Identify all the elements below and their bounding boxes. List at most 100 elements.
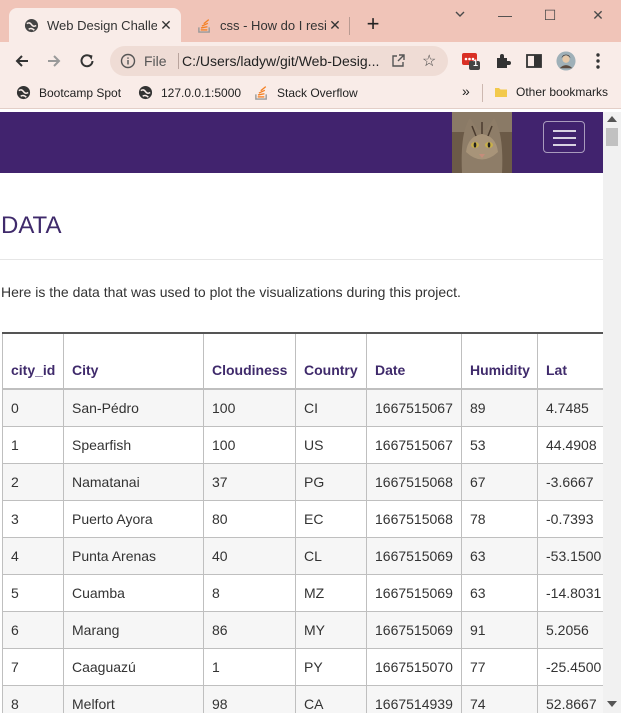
scroll-up-arrow-icon[interactable] xyxy=(607,116,617,122)
other-bookmarks[interactable]: Other bookmarks xyxy=(494,85,608,99)
cell-country: MY xyxy=(295,610,367,649)
cell-city: Marang xyxy=(63,610,204,649)
close-tab-icon[interactable]: ✕ xyxy=(157,17,175,34)
info-icon[interactable] xyxy=(120,53,136,74)
share-icon[interactable] xyxy=(390,53,406,74)
tab-divider xyxy=(349,17,350,35)
bookmark-label: 127.0.0.1:5000 xyxy=(161,85,242,100)
close-tab-icon[interactable]: ✕ xyxy=(326,17,344,34)
table-row: 0 San-Pédro 100 CI 1667515067 89 4.7485 xyxy=(2,388,603,427)
column-header-city-id[interactable]: city_id xyxy=(2,332,64,390)
bookmark-label: Other bookmarks xyxy=(516,85,609,99)
cell-date: 1667515067 xyxy=(366,425,462,464)
cat-logo-image[interactable] xyxy=(452,112,512,173)
bookmarks-divider xyxy=(482,84,483,102)
bookmark-bootcamp-spot[interactable]: Bootcamp Spot xyxy=(16,85,121,100)
hamburger-bar xyxy=(553,130,576,132)
reload-button[interactable] xyxy=(77,51,97,71)
extensions-puzzle-icon[interactable] xyxy=(493,51,513,71)
cell-humidity: 78 xyxy=(461,499,538,538)
column-header-cloudiness[interactable]: Cloudiness xyxy=(203,332,296,390)
cell-cloudiness: 8 xyxy=(203,573,296,612)
weather-data-table: city_id City Cloudiness Country Date Hum… xyxy=(2,332,603,713)
bookmark-label: Bootcamp Spot xyxy=(39,85,122,100)
cell-cloudiness: 80 xyxy=(203,499,296,538)
column-header-lat[interactable]: Lat xyxy=(537,332,603,390)
scroll-down-arrow-icon[interactable] xyxy=(607,701,617,707)
close-window-button[interactable]: ✕ xyxy=(589,7,607,24)
globe-icon xyxy=(16,85,31,100)
cell-date: 1667514939 xyxy=(366,684,462,713)
cell-city-id: 6 xyxy=(2,610,64,649)
cell-cloudiness: 100 xyxy=(203,388,296,427)
intro-text: Here is the data that was used to plot t… xyxy=(1,284,461,300)
sidepanel-icon[interactable] xyxy=(524,51,544,71)
scheme-label: File xyxy=(144,53,167,69)
cell-country: PG xyxy=(295,462,367,501)
forward-button[interactable] xyxy=(44,51,64,71)
table-row: 8 Melfort 98 CA 1667514939 74 52.8667 xyxy=(2,684,603,713)
column-header-humidity[interactable]: Humidity xyxy=(461,332,538,390)
cell-city-id: 5 xyxy=(2,573,64,612)
cell-cloudiness: 37 xyxy=(203,462,296,501)
navbar-toggle-button[interactable] xyxy=(543,121,585,153)
scrollbar-thumb[interactable] xyxy=(606,128,618,146)
tab-search-icon[interactable] xyxy=(451,7,469,23)
tab-web-design[interactable]: Web Design Challen ✕ xyxy=(9,8,181,42)
cell-city-id: 7 xyxy=(2,647,64,686)
table-row: 6 Marang 86 MY 1667515069 91 5.2056 xyxy=(2,610,603,649)
cell-cloudiness: 86 xyxy=(203,610,296,649)
cell-date: 1667515069 xyxy=(366,536,462,575)
cell-city: Namatanai xyxy=(63,462,204,501)
cell-humidity: 67 xyxy=(461,462,538,501)
bookmark-localhost[interactable]: 127.0.0.1:5000 xyxy=(138,85,241,100)
cell-city: Cuamba xyxy=(63,573,204,612)
cell-cloudiness: 98 xyxy=(203,684,296,713)
hamburger-bar xyxy=(553,137,576,139)
cell-city-id: 2 xyxy=(2,462,64,501)
cell-lat: -25.4500 xyxy=(537,647,603,686)
column-header-country[interactable]: Country xyxy=(295,332,367,390)
cell-city-id: 8 xyxy=(2,684,64,713)
omnibox-divider xyxy=(178,53,179,69)
cell-cloudiness: 40 xyxy=(203,536,296,575)
cell-city: Punta Arenas xyxy=(63,536,204,575)
cell-date: 1667515069 xyxy=(366,573,462,612)
cell-country: CA xyxy=(295,684,367,713)
extension-icon[interactable]: 1 xyxy=(461,51,481,71)
extension-badge: 1 xyxy=(473,58,479,68)
menu-kebab-icon[interactable] xyxy=(588,51,608,71)
column-header-city[interactable]: City xyxy=(63,332,204,390)
table-row: 2 Namatanai 37 PG 1667515068 67 -3.6667 xyxy=(2,462,603,501)
url-text[interactable]: C:/Users/ladyw/git/Web-Desig... xyxy=(182,53,379,69)
tab-stackoverflow[interactable]: css - How do I resiz ✕ xyxy=(188,8,350,42)
maximize-button[interactable]: ☐ xyxy=(541,7,559,24)
address-bar[interactable]: File C:/Users/ladyw/git/Web-Desig... ☆ xyxy=(110,46,448,76)
bookmark-star-icon[interactable]: ☆ xyxy=(422,51,436,71)
cell-country: CI xyxy=(295,388,367,427)
back-button[interactable] xyxy=(12,51,32,71)
cell-city-id: 1 xyxy=(2,425,64,464)
cell-lat: -0.7393 xyxy=(537,499,603,538)
minimize-button[interactable]: — xyxy=(496,7,514,23)
table-row: 3 Puerto Ayora 80 EC 1667515068 78 -0.73… xyxy=(2,499,603,538)
cell-lat: 4.7485 xyxy=(537,388,603,427)
cell-lat: 5.2056 xyxy=(537,610,603,649)
vertical-scrollbar[interactable] xyxy=(603,112,621,713)
bookmarks-overflow-button[interactable]: » xyxy=(462,83,470,99)
new-tab-button[interactable]: + xyxy=(362,13,384,36)
bookmark-stack-overflow[interactable]: Stack Overflow xyxy=(254,85,358,100)
profile-avatar[interactable] xyxy=(556,51,576,71)
page-viewport: DATA Here is the data that was used to p… xyxy=(0,112,603,713)
cell-city-id: 4 xyxy=(2,536,64,575)
cell-lat: -14.8031 xyxy=(537,573,603,612)
stackoverflow-icon xyxy=(196,17,212,33)
cell-city-id: 0 xyxy=(2,388,64,427)
cell-lat: -53.1500 xyxy=(537,536,603,575)
tab-title: Web Design Challen xyxy=(47,17,157,33)
cell-lat: 52.8667 xyxy=(537,684,603,713)
column-header-date[interactable]: Date xyxy=(366,332,462,390)
cell-city: Spearfish xyxy=(63,425,204,464)
cell-humidity: 63 xyxy=(461,536,538,575)
table-row: 4 Punta Arenas 40 CL 1667515069 63 -53.1… xyxy=(2,536,603,575)
